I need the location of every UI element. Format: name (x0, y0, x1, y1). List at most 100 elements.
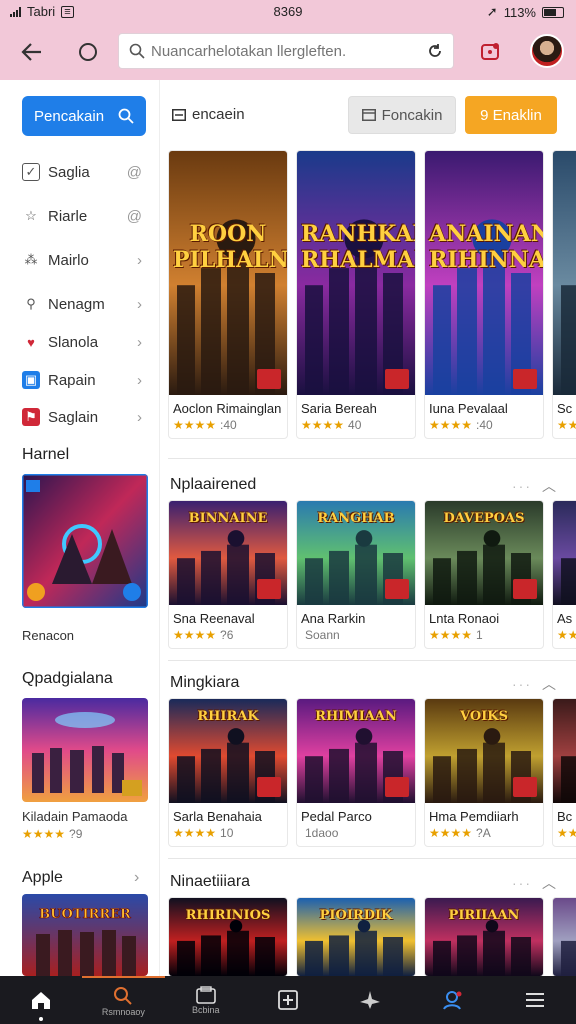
refresh-icon[interactable] (427, 43, 443, 59)
game-cover-image: DAVEPOAS (425, 501, 543, 605)
rating-stars: ★★ (557, 826, 576, 840)
game-card[interactable]: Bc ★★ (552, 698, 576, 847)
rating-score: 1daoo (305, 826, 339, 840)
nav-menu[interactable] (494, 976, 576, 1024)
sidebar-item-slanola[interactable]: ♥ Slanola › (22, 328, 142, 356)
sidebar-item-riarle[interactable]: ☆ Riarle @ (22, 202, 142, 230)
game-card[interactable]: RHIRINIOS (168, 897, 288, 977)
search-input[interactable] (151, 42, 427, 60)
game-card[interactable] (552, 897, 576, 977)
nav-home[interactable] (0, 976, 82, 1024)
rating-stars: ★★★★ (173, 628, 217, 642)
search-icon (129, 43, 145, 59)
chevron-up-icon[interactable]: ︿ (542, 873, 556, 893)
sidebar-section-title: Harnel (22, 446, 70, 463)
game-cover-image (553, 501, 576, 605)
rating-stars: ★★★★ (429, 628, 473, 642)
filter-row: encaein Foncakin 9 Enaklin (160, 80, 576, 150)
age-rating-badge (257, 579, 281, 599)
rating-stars: ★★★★ (173, 418, 217, 432)
game-cover-image: VOIKS (425, 699, 543, 803)
nav-library[interactable]: Bcbina (165, 976, 247, 1024)
rating-score: :40 (220, 418, 237, 432)
rating-stars: ★★★★ (301, 418, 345, 432)
cover-title: RANGHAB (317, 511, 395, 526)
age-rating-badge (513, 579, 537, 599)
nav-search[interactable]: Rsmnoaoy (82, 976, 165, 1024)
nav-plane[interactable] (329, 976, 411, 1024)
sidebar-item-rapain[interactable]: ▣ Rapain › (22, 366, 142, 394)
sidebar-item-nenagm[interactable]: ⚲ Nenagm › (22, 290, 142, 318)
game-card[interactable]: DAVEPOAS Lnta Ronaoi ★★★★ 1 (424, 500, 544, 649)
photo-icon: ▣ (22, 371, 40, 389)
game-cover-image: RANGHAB (297, 501, 415, 605)
game-card[interactable]: RANGHAB Ana Rarkin Soann (296, 500, 416, 649)
game-name: Bc (557, 809, 573, 824)
location-icon: ➚ (486, 4, 498, 19)
avatar[interactable] (530, 34, 564, 68)
game-card[interactable]: RANHKAN RHALMAN Saria Bereah ★★★★40 (296, 150, 416, 439)
filter-orange-button[interactable]: 9 Enaklin (465, 96, 557, 134)
game-card[interactable]: BINNAINE Sna Reenaval ★★★★ ?6 (168, 500, 288, 649)
game-card[interactable]: ROON PILHALNAI Aoclon Rimainglan ★★★★:40 (168, 150, 288, 439)
game-card[interactable]: As ★★ (552, 500, 576, 649)
sidebar-featured-card[interactable] (22, 474, 148, 608)
chevron-up-icon[interactable]: ︿ (542, 476, 556, 496)
nav-profile[interactable] (411, 976, 493, 1024)
window-icon (361, 109, 376, 121)
filter-gray-button[interactable]: Foncakin (348, 96, 456, 134)
heart-icon: ♥ (27, 334, 35, 350)
cover-title: ROON PILHALNAI (173, 221, 288, 273)
sidebar-game-card[interactable] (22, 698, 148, 802)
age-rating-badge (513, 777, 537, 797)
game-rating: ★★★★:40 (169, 418, 287, 438)
filter-toggle[interactable]: encaein (172, 106, 245, 123)
chevron-up-icon[interactable]: ︿ (542, 674, 556, 694)
category-button[interactable]: Pencakain (22, 96, 146, 136)
chevron-right-icon: › (137, 251, 142, 269)
game-name: Pedal Parco (301, 809, 372, 824)
chevron-right-icon[interactable]: › (134, 869, 139, 887)
sidebar-item-saglain[interactable]: ⚑ Saglain › (22, 403, 142, 431)
divider (168, 660, 576, 661)
game-rating: Soann (297, 628, 415, 648)
game-rating: ★★★★:40 (425, 418, 543, 438)
back-button[interactable] (14, 34, 50, 70)
sidebar-game-card[interactable]: BUOTIRRER (22, 894, 148, 976)
notifications-button[interactable] (472, 34, 508, 70)
rating-stars: ★★★★ (429, 418, 473, 432)
game-card[interactable]: RHIRAK Sarla Benahaia ★★★★ 10 (168, 698, 288, 847)
rating-score: 40 (348, 418, 362, 432)
game-card[interactable]: Sc ★★ (552, 150, 576, 439)
game-rating: ★★★★ ?6 (169, 628, 287, 648)
game-card[interactable]: RHIMIAAN Pedal Parco 1daoo (296, 698, 416, 847)
search-bar[interactable] (118, 33, 454, 69)
home-circle-button[interactable] (70, 34, 106, 70)
sidebar-featured-label: Renacon (22, 628, 75, 643)
game-name: Saria Bereah (301, 401, 377, 416)
game-card[interactable]: PIRIIAAN (424, 897, 544, 977)
game-card[interactable]: PIOIRDIK (296, 897, 416, 977)
chevron-right-icon: › (137, 295, 142, 313)
rating-score: ?6 (220, 628, 234, 642)
more-dots: ··· (512, 676, 532, 692)
more-dots: ··· (512, 478, 532, 494)
age-rating-badge (385, 579, 409, 599)
nav-add[interactable] (247, 976, 329, 1024)
game-cover-image (553, 151, 576, 395)
game-name: Sc (557, 401, 573, 416)
game-name: As (557, 611, 573, 626)
cover-title: RHIMIAAN (315, 709, 397, 724)
game-card[interactable]: ANAINAN RIHINNAS Iuna Pevalaal ★★★★:40 (424, 150, 544, 439)
game-cover-image (553, 699, 576, 803)
rating-score: Soann (305, 628, 340, 642)
sidebar-item-saglia[interactable]: ✓ Saglia @ (22, 158, 142, 186)
cover-title: ANAINAN RIHINNAS (429, 221, 544, 273)
game-card[interactable]: VOIKS Hma Pemdiiarh ★★★★ ?A (424, 698, 544, 847)
sidebar-item-mairlo[interactable]: ⁂ Mairlo › (22, 246, 143, 274)
section-title: Nplaairened (170, 476, 257, 493)
cover-title: RANHKAN RHALMAN (301, 221, 415, 273)
swirl-icon: @ (126, 163, 142, 181)
age-rating-badge (257, 777, 281, 797)
star-outline-icon: ☆ (25, 208, 37, 223)
